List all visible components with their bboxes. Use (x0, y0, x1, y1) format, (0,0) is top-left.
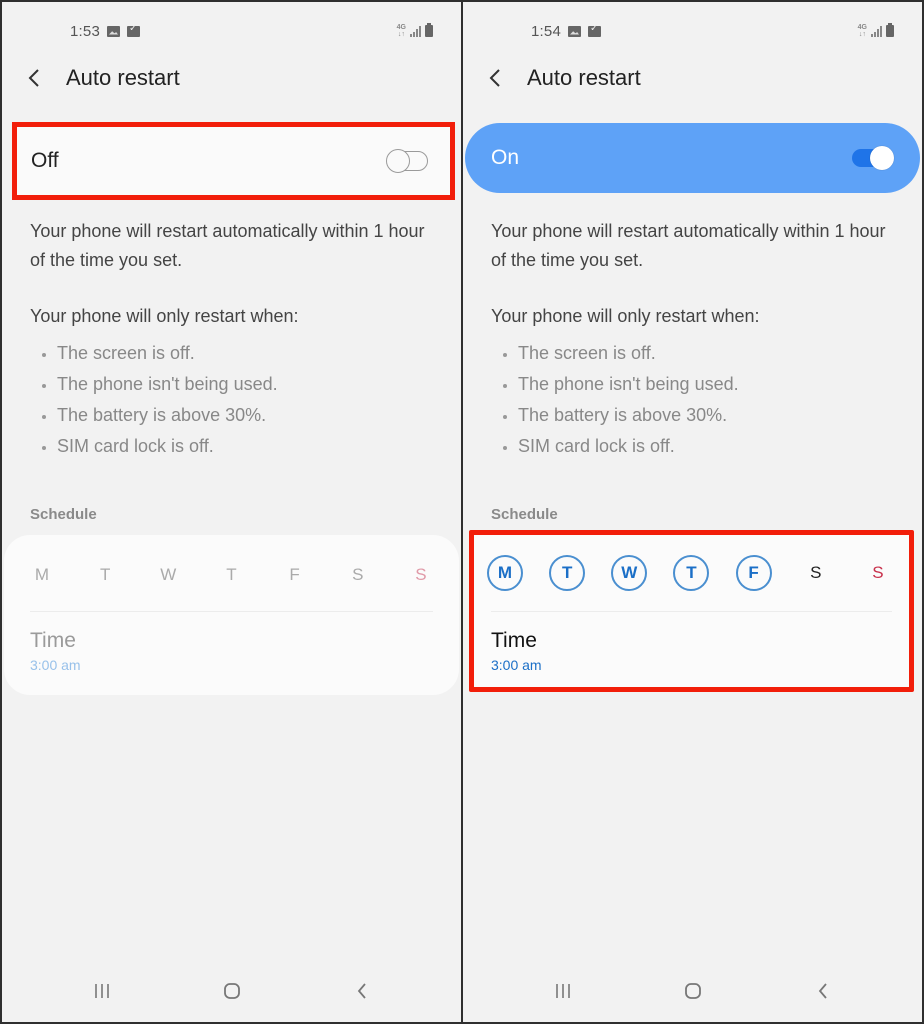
image-icon (568, 25, 581, 37)
day-thursday[interactable]: T (673, 555, 710, 591)
bullet-icon (42, 445, 46, 450)
day-tuesday[interactable]: T (87, 557, 123, 593)
time-setting[interactable]: Time 3:00 am (30, 629, 81, 673)
battery-icon (886, 23, 894, 37)
bullet-icon (42, 352, 46, 357)
condition-item: The phone isn't being used. (42, 369, 278, 400)
home-button[interactable] (628, 982, 758, 1000)
condition-item: The battery is above 30%. (503, 400, 739, 431)
auto-restart-master-switch-row[interactable]: On (465, 123, 920, 193)
condition-item: The screen is off. (503, 338, 739, 369)
screenshot-frame: 1:53 4G↓↑ Auto restart Off Your phone wi… (0, 0, 924, 1024)
network-4g-icon: 4G ↓↑ (857, 24, 867, 38)
day-friday[interactable]: F (277, 557, 313, 593)
auto-restart-toggle[interactable] (852, 146, 894, 170)
battery-icon (425, 23, 433, 37)
signal-icon (871, 25, 882, 37)
condition-item: The screen is off. (42, 338, 278, 369)
day-thursday[interactable]: T (213, 557, 249, 593)
day-tuesday[interactable]: T (549, 555, 586, 591)
bullet-icon (503, 414, 507, 419)
conditions-title: Your phone will only restart when: (30, 306, 299, 326)
navigation-bar (463, 978, 922, 1004)
navigation-bar (2, 978, 461, 1004)
back-icon (818, 983, 827, 999)
day-monday[interactable]: M (24, 557, 60, 593)
nav-back-button[interactable] (297, 982, 427, 1000)
app-header: Auto restart (489, 62, 641, 94)
bullet-icon (503, 383, 507, 388)
bullet-icon (42, 414, 46, 419)
conditions-list: The screen is off. The phone isn't being… (42, 338, 278, 462)
condition-item: SIM card lock is off. (503, 431, 739, 462)
recent-apps-icon (94, 984, 109, 998)
back-button[interactable] (28, 63, 48, 93)
time-value: 3:00 am (491, 657, 542, 673)
description-text: Your phone will restart automatically wi… (491, 221, 886, 270)
toggle-knob (386, 149, 410, 173)
recent-apps-icon (555, 984, 570, 998)
condition-item: The phone isn't being used. (503, 369, 739, 400)
day-sunday[interactable]: S (403, 557, 439, 593)
status-time: 1:53 (70, 22, 100, 40)
day-friday[interactable]: F (735, 555, 772, 591)
app-header: Auto restart (28, 62, 180, 94)
condition-item: SIM card lock is off. (42, 431, 278, 462)
auto-restart-toggle[interactable] (386, 149, 428, 173)
master-switch-label: On (491, 146, 520, 169)
schedule-card: M T W T F S S Time 3:00 am (469, 530, 914, 692)
day-saturday[interactable]: S (340, 557, 376, 593)
divider (491, 611, 892, 612)
conditions-list: The screen is off. The phone isn't being… (503, 338, 739, 462)
description-text: Your phone will restart automatically wi… (30, 221, 425, 270)
day-saturday[interactable]: S (798, 555, 834, 591)
day-selector: M T W T F S S (24, 557, 439, 593)
check-icon (127, 23, 140, 37)
back-icon (357, 983, 366, 999)
status-bar: 1:54 4G↓↑ (531, 20, 894, 42)
network-4g-icon: 4G ↓↑ (396, 24, 406, 38)
status-time: 1:54 (531, 22, 561, 40)
back-button[interactable] (489, 63, 509, 93)
conditions-title: Your phone will only restart when: (491, 306, 760, 326)
image-icon (107, 25, 120, 37)
home-icon (223, 983, 240, 999)
schedule-card: M T W T F S S Time 3:00 am (4, 535, 459, 695)
time-label: Time (30, 629, 76, 652)
auto-restart-master-switch-row[interactable]: Off (12, 122, 455, 200)
day-selector: M T W T F S S (487, 555, 896, 591)
divider (30, 611, 433, 612)
time-value: 3:00 am (30, 657, 81, 673)
bullet-icon (503, 352, 507, 357)
day-wednesday[interactable]: W (150, 557, 186, 593)
time-setting[interactable]: Time 3:00 am (491, 629, 542, 673)
day-wednesday[interactable]: W (611, 555, 648, 591)
back-chevron-icon (489, 69, 500, 87)
toggle-knob (870, 146, 894, 170)
back-chevron-icon (28, 69, 39, 87)
schedule-section-label: Schedule (491, 506, 558, 523)
recent-apps-button[interactable] (37, 983, 167, 999)
home-icon (684, 983, 701, 999)
bullet-icon (42, 383, 46, 388)
master-switch-label: Off (31, 149, 59, 172)
day-sunday[interactable]: S (860, 555, 896, 591)
day-monday[interactable]: M (487, 555, 523, 591)
page-title: Auto restart (66, 65, 180, 90)
check-icon (588, 23, 601, 37)
page-title: Auto restart (527, 65, 641, 90)
bullet-icon (503, 445, 507, 450)
condition-item: The battery is above 30%. (42, 400, 278, 431)
signal-icon (410, 25, 421, 37)
status-bar: 1:53 4G↓↑ (70, 20, 433, 42)
phone-screen-on: 1:54 4G↓↑ Auto restart On Your phone wil… (463, 2, 922, 1022)
recent-apps-button[interactable] (498, 983, 628, 999)
time-label: Time (491, 629, 537, 652)
phone-screen-off: 1:53 4G↓↑ Auto restart Off Your phone wi… (2, 2, 461, 1022)
schedule-section-label: Schedule (30, 506, 97, 523)
home-button[interactable] (167, 982, 297, 1000)
nav-back-button[interactable] (758, 982, 888, 1000)
